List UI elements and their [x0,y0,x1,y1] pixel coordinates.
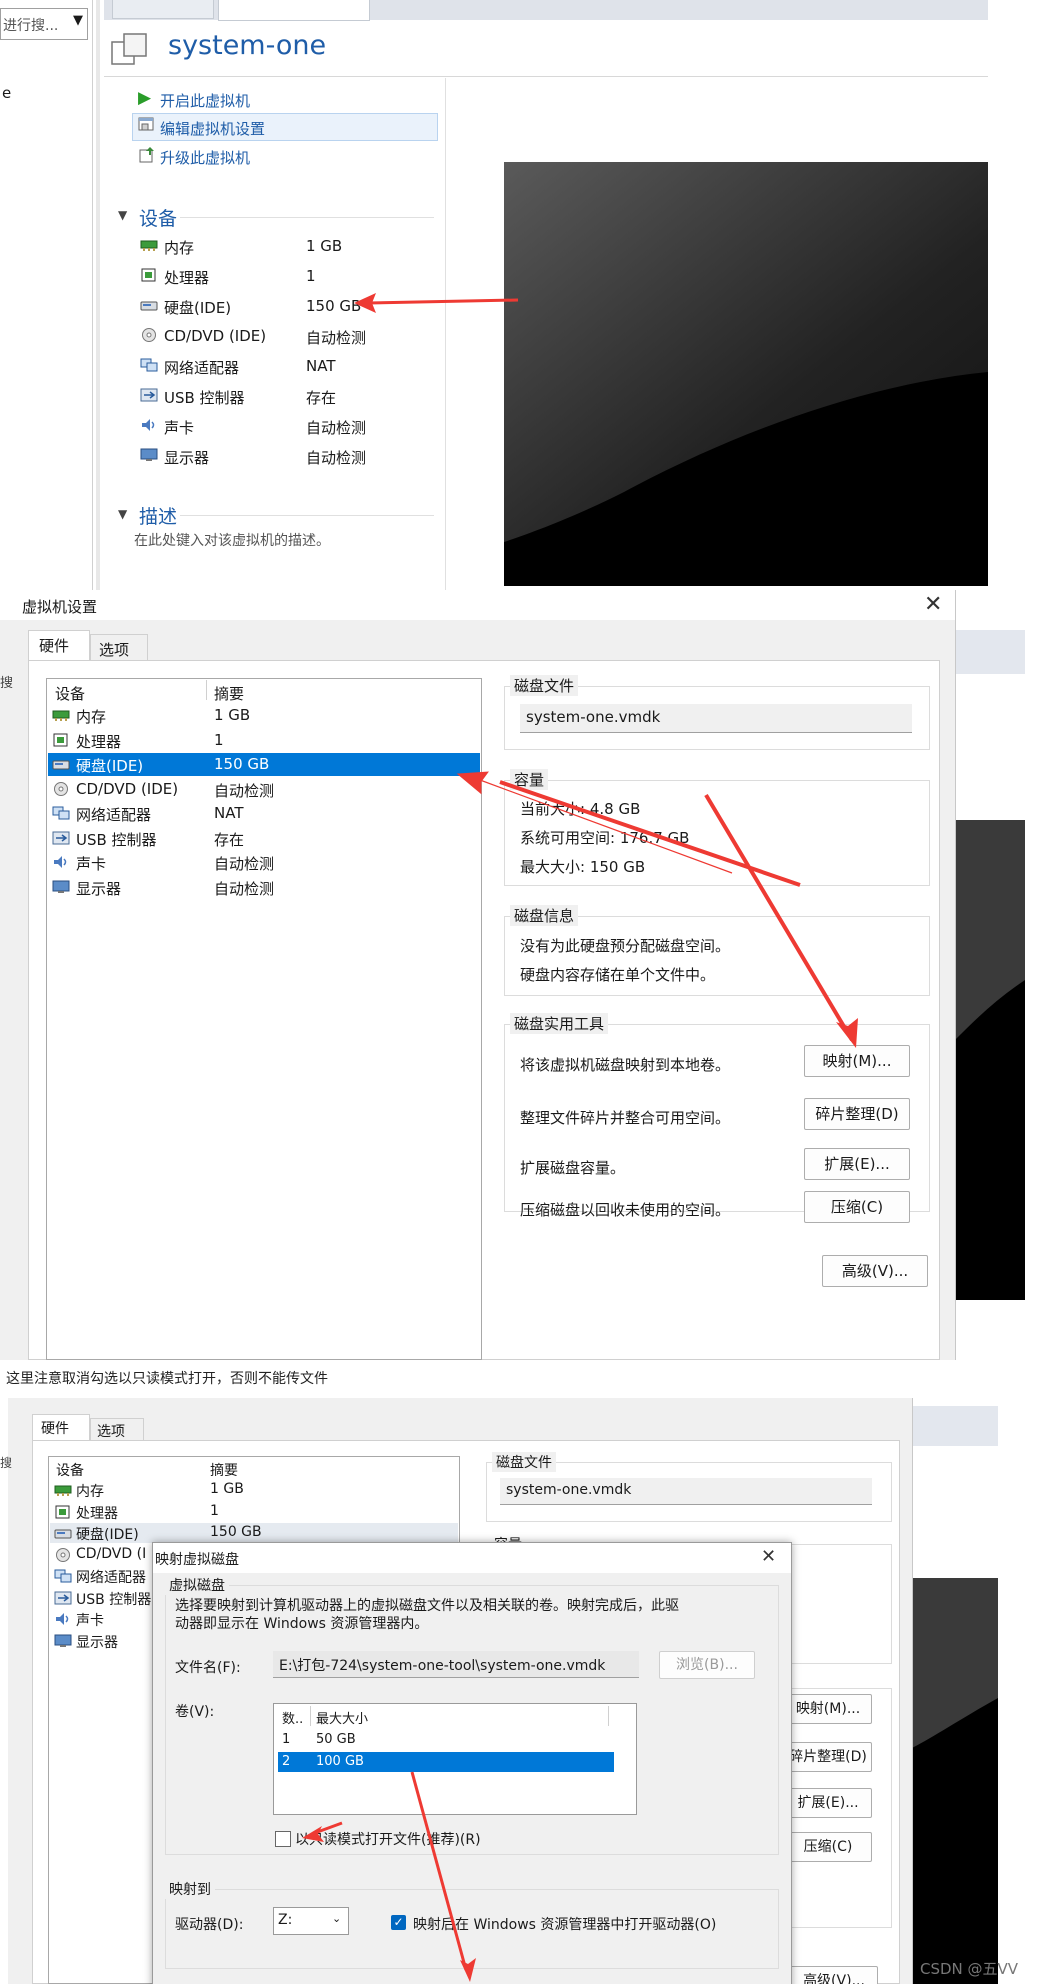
annotation-arrows [302,1771,476,1982]
left-pane-divider [445,78,446,590]
settings-icon [137,116,155,134]
device-row[interactable]: 显示器 自动检测 [134,444,434,470]
search-input[interactable]: 进行搜... ▼ [0,8,88,40]
vm-preview-screen[interactable] [504,162,988,586]
device-value: NAT [306,357,336,375]
device-name: 声卡 [164,419,195,437]
action-upgrade-label: 升级此虚拟机 [160,149,251,167]
vm-title-icon [110,30,150,70]
device-name: CD/DVD (IDE) [164,327,267,345]
usb-controller-icon [140,388,158,402]
device-row[interactable]: 内存 1 GB [134,234,434,260]
device-row[interactable]: 网络适配器 NAT [134,354,434,380]
cd-dvd-icon [140,328,158,342]
device-value: 自动检测 [306,449,367,467]
description-header-rule [180,515,434,516]
device-row[interactable]: USB 控制器 存在 [134,384,434,410]
device-row[interactable]: CD/DVD (IDE) 自动检测 [134,324,434,350]
action-edit-settings-label: 编辑虚拟机设置 [160,120,266,138]
description-header: 描述 [139,506,178,528]
action-upgrade[interactable]: 升级此虚拟机 [134,145,434,169]
action-power-on-label: 开启此虚拟机 [160,92,251,110]
device-value: 1 GB [306,237,343,255]
library-item-partial[interactable]: e [2,84,11,102]
search-placeholder: 进行搜... [3,18,59,34]
sound-card-icon [140,418,158,432]
devices-header-rule [180,217,434,218]
display-icon [140,448,158,462]
device-name: 硬盘(IDE) [164,299,232,317]
device-name: 网络适配器 [164,359,240,377]
memory-icon [140,238,158,252]
map-section: 搜 硬件 选项 设备 摘要 内存 1 GB 处理器 1 硬盘(IDE) 150 GB CD/… [0,1398,1040,1984]
tab-home[interactable] [112,0,214,19]
page-title: system-one [168,30,327,61]
device-value: 存在 [306,389,337,407]
library-sidebar [0,0,93,590]
action-edit-settings[interactable]: 编辑虚拟机设置 [132,113,438,141]
network-adapter-icon [140,358,158,372]
device-row[interactable]: 声卡 自动检测 [134,414,434,440]
annotation-arrows [456,771,858,1048]
settings-dialog: 虚拟机设置 ✕ 搜 硬件 选项 设备 摘要 内存 1 GB 处理器 1 硬盘(IDE) 1… [0,590,1040,1360]
content-divider [104,76,988,77]
device-name: 处理器 [164,269,210,287]
device-value: 自动检测 [306,419,367,437]
sidebar-divider [96,0,100,590]
processor-icon [140,268,158,282]
triangle-down-icon[interactable]: ▼ [118,208,127,222]
device-name: 内存 [164,239,195,257]
tab-system-one[interactable] [218,0,370,21]
note-text: 这里注意取消勾选以只读模式打开，否则不能传文件 [6,1371,328,1387]
device-value: 1 [306,267,316,285]
chevron-down-icon[interactable]: ▼ [73,13,83,28]
watermark: CSDN @五VV [920,1960,1019,1978]
action-power-on[interactable]: ▶ 开启此虚拟机 [134,88,434,112]
device-name: USB 控制器 [164,389,245,407]
hard-disk-icon [140,298,158,312]
upgrade-icon [138,146,156,164]
device-value: 自动检测 [306,329,367,347]
vm-summary-panel: 进行搜... ▼ e system-one ▶ 开启此虚拟机 编辑虚拟机设置 升… [0,0,1040,590]
triangle-down-icon[interactable]: ▼ [118,507,127,521]
devices-header: 设备 [139,208,178,230]
background-strip [955,630,1025,674]
background-preview [955,820,1025,1300]
play-icon: ▶ [138,88,152,108]
device-name: 显示器 [164,449,210,467]
annotation-arrow [354,293,519,313]
description-text[interactable]: 在此处键入对该虚拟机的描述。 [134,530,330,550]
